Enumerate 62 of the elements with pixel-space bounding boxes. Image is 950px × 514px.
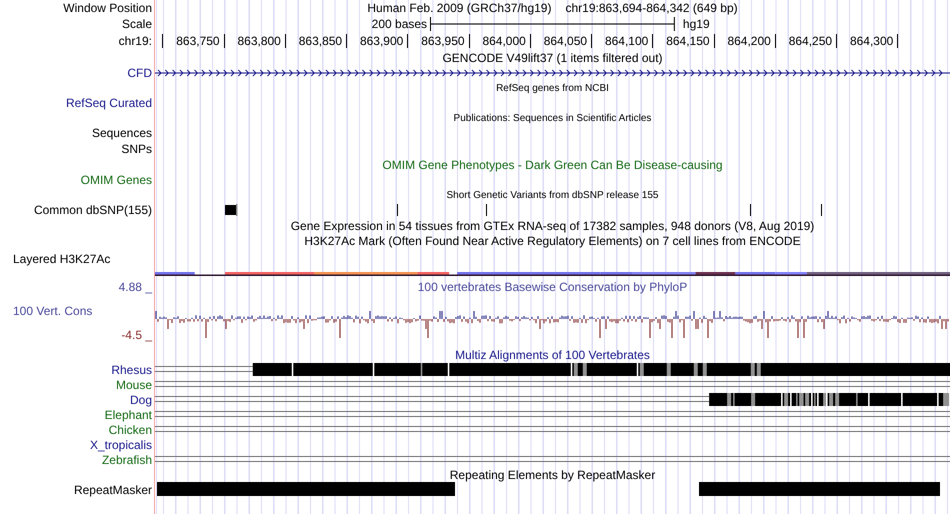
- ruler-tick: [468, 34, 470, 48]
- ruler-label: 863,800: [237, 34, 281, 49]
- ruler-label: 864,300: [850, 34, 894, 49]
- track-title: OMIM Gene Phenotypes - Dark Green Can Be Disease-causing: [382, 158, 723, 172]
- ruler-tick: [897, 34, 898, 48]
- ruler-label: 863,850: [298, 34, 342, 49]
- ruler-tick: [530, 34, 531, 48]
- position-text: chr19:863,694-864,342 (649 bp): [565, 1, 738, 15]
- ruler-tick: [284, 34, 286, 48]
- ruler-tick: [346, 34, 348, 48]
- track-title: Repeating Elements by RepeatMasker: [450, 468, 656, 482]
- track-title: Gene Expression in 54 tissues from GTEx RNA-seq of 17382 samples, 948 donors (V8, Aug 2019): [290, 218, 814, 232]
- track-label: Sequences: [92, 126, 152, 140]
- track-title: Publications: Sequences in Scientific Articles: [454, 112, 652, 124]
- ruler-label: 863,750: [176, 34, 220, 49]
- axis-min-label: -4.5 _: [120, 328, 152, 342]
- ruler-label: 864,050: [544, 34, 588, 49]
- ruler-label: 863,950: [421, 34, 465, 49]
- repeat-block[interactable]: [156, 482, 456, 496]
- track-label: Scale: [122, 17, 152, 31]
- repeat-block[interactable]: [698, 482, 940, 496]
- ruler-label: 864,100: [604, 34, 648, 49]
- track-label: RepeatMasker: [74, 483, 152, 497]
- track-title: RefSeq genes from NCBI: [496, 82, 609, 94]
- ruler-tick: [591, 34, 592, 48]
- track-title: 100 vertebrates Basewise Conservation by PhyloP: [418, 280, 688, 294]
- ruler-tick: [162, 34, 164, 48]
- track-label: Chicken: [108, 422, 152, 436]
- ruler-label: 864,200: [727, 34, 771, 49]
- ruler-label: 864,150: [666, 34, 710, 49]
- track-label: Dog: [130, 392, 152, 406]
- track-title: GENCODE V49lift37 (1 items filtered out): [442, 50, 663, 64]
- track-label: 100 Vert. Cons: [12, 304, 94, 318]
- track-label: RefSeq Curated: [66, 96, 152, 110]
- ruler-tick: [714, 34, 715, 48]
- track-label: Elephant: [104, 408, 152, 422]
- track-title: Multiz Alignments of 100 Vertebrates: [455, 348, 650, 362]
- ruler-label: 864,000: [482, 34, 526, 49]
- track-label: Zebrafish: [102, 452, 152, 466]
- ruler-label: 863,900: [360, 34, 404, 49]
- track-label: Layered H3K27Ac: [13, 252, 110, 266]
- ruler-tick: [224, 34, 225, 48]
- ruler-tick: [652, 34, 654, 48]
- track-title: Short Genetic Variants from dbSNP release 155: [446, 190, 658, 200]
- track-label: SNPs: [121, 142, 152, 156]
- assembly-label: hg19: [682, 17, 711, 31]
- track-label: Common dbSNP(155): [34, 203, 152, 217]
- track-label: OMIM Genes: [80, 173, 152, 187]
- ruler-label: 864,250: [788, 34, 832, 49]
- track-label: CFD: [127, 66, 152, 80]
- axis-max-label: 4.88 _: [118, 280, 152, 294]
- scale-text: 200 bases: [370, 17, 428, 31]
- track-title: H3K27Ac Mark (Often Found Near Active Regulatory Elements) on 7 cell lines from ENCODE: [304, 234, 801, 248]
- ruler-tick: [407, 34, 408, 48]
- track-label: Mouse: [116, 378, 152, 392]
- track-label: Window Position: [63, 1, 152, 15]
- assembly-title: Human Feb. 2009 (GRCh37/hg19): [367, 1, 552, 15]
- ruler-tick: [836, 34, 838, 48]
- ruler-tick: [774, 34, 776, 48]
- track-label: chr19:: [118, 34, 152, 48]
- track-label: X_tropicalis: [90, 438, 152, 452]
- track-label: Rhesus: [111, 362, 152, 376]
